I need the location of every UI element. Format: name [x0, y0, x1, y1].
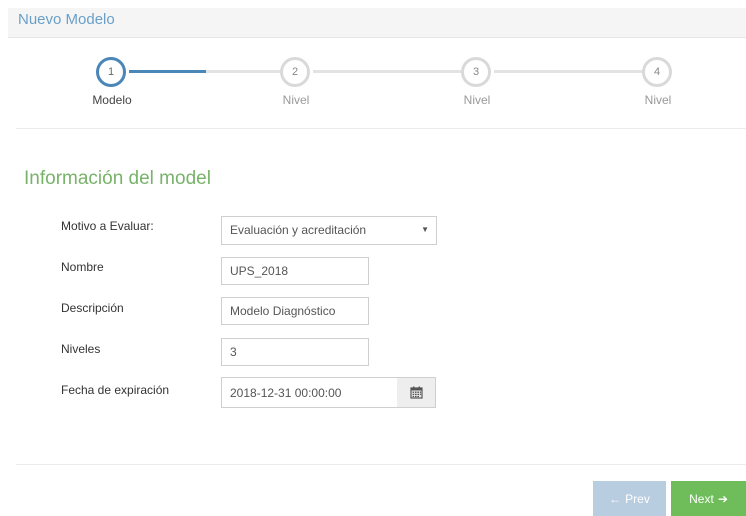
motivo-select-value: Evaluación y acreditación [230, 223, 367, 237]
step-2-label: Nivel [282, 93, 310, 107]
caret-down-icon: ▼ [421, 225, 429, 234]
divider [16, 464, 746, 465]
section-title: Información del model [24, 168, 211, 189]
prev-label: Prev [625, 491, 650, 506]
motivo-select[interactable]: Evaluación y acreditación ▼ [221, 216, 437, 245]
fecha-field[interactable] [221, 377, 398, 408]
step-4-circle[interactable]: 4 [642, 57, 672, 87]
niveles-label: Niveles [61, 342, 101, 356]
arrow-left-icon: ← [609, 491, 622, 506]
descripcion-field[interactable] [221, 297, 369, 325]
niveles-field[interactable] [221, 338, 369, 366]
prev-button[interactable]: ← Prev [593, 481, 666, 516]
step-4-label: Nivel [644, 93, 672, 107]
arrow-right-icon: ➔ [717, 491, 728, 506]
step-connector [494, 70, 642, 73]
step-connector [313, 70, 461, 73]
step-3-label: Nivel [463, 93, 491, 107]
fecha-label: Fecha de expiración [61, 383, 170, 397]
step-3-circle[interactable]: 3 [461, 57, 491, 87]
next-button[interactable]: Next ➔ [671, 481, 746, 516]
step-2-circle[interactable]: 2 [280, 57, 310, 87]
panel-header: Nuevo Modelo [8, 8, 746, 38]
calendar-button[interactable] [397, 377, 436, 408]
calendar-icon [409, 386, 423, 399]
panel-title: Nuevo Modelo [18, 11, 115, 28]
nombre-field[interactable] [221, 257, 369, 285]
divider [16, 128, 746, 129]
descripcion-label: Descripción [61, 301, 124, 315]
wizard-steps: 1 2 3 4 Modelo Nivel Nivel Nivel [0, 40, 746, 128]
step-connector-progress [129, 70, 206, 73]
motivo-label: Motivo a Evaluar: [61, 219, 154, 233]
next-label: Next [689, 491, 714, 506]
step-1-label: Modelo [92, 93, 132, 107]
step-connector [206, 70, 280, 73]
step-1-circle[interactable]: 1 [96, 57, 126, 87]
nombre-label: Nombre [61, 260, 104, 274]
